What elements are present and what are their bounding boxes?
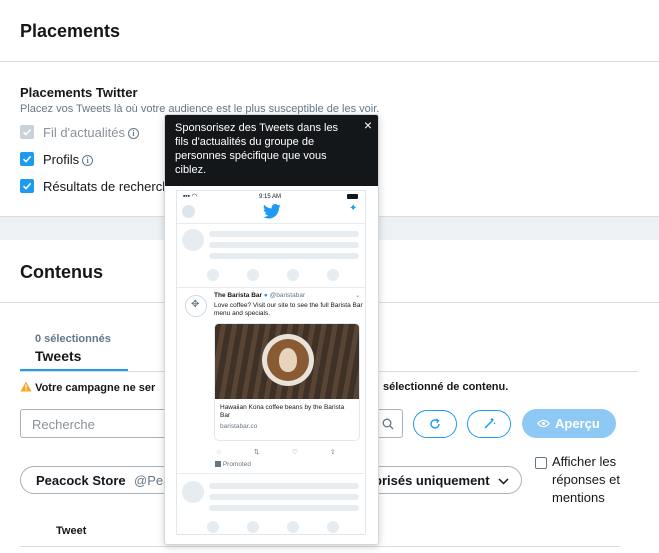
placement-tooltip-popover: Sponsorisez des Tweets dans les fils d'a… — [164, 114, 379, 545]
checkbox-icon[interactable] — [20, 152, 34, 166]
chevron-down-icon — [498, 478, 509, 485]
refresh-button[interactable] — [413, 410, 457, 438]
status-signal-icon: ▪▪▪ ◠ — [183, 193, 198, 200]
replies-checkbox[interactable] — [535, 457, 547, 469]
tweet-divider — [177, 287, 365, 288]
preview-label: Aperçu — [555, 416, 600, 431]
table-header-line — [20, 546, 620, 547]
coffee-image — [215, 324, 359, 399]
tweet-card: Hawaiian Kona coffee beans by the Barist… — [214, 323, 360, 441]
checkbox-icon[interactable] — [20, 179, 34, 193]
text-placeholder — [209, 253, 359, 259]
promoted-label: Promoted — [215, 461, 251, 469]
twitter-placements-title: Placements Twitter — [20, 85, 138, 100]
option-label: Fil d'actualités i — [43, 125, 139, 140]
action-placeholder — [207, 269, 219, 281]
table-header-tweet: Tweet — [56, 525, 87, 537]
info-icon[interactable]: i — [82, 155, 94, 166]
avatar-placeholder — [182, 229, 204, 251]
account-selector[interactable]: Peacock Store @Pea — [20, 466, 175, 494]
action-placeholder — [207, 521, 219, 533]
nav-divider — [177, 223, 365, 224]
promoted-tweet-avatar: ✥ — [185, 295, 207, 317]
reply-icon: ◌ — [217, 449, 221, 456]
warning-banner-tail: sélectionné de contenu. — [383, 381, 509, 393]
phone-preview: ▪▪▪ ◠ 9:15 AM ✦ ✥ The Barista Bar ● @bar… — [176, 190, 366, 535]
action-placeholder — [247, 269, 259, 281]
card-title: Hawaiian Kona coffee beans by the Barist… — [220, 404, 345, 419]
close-icon[interactable]: × — [364, 118, 372, 132]
divider — [0, 61, 659, 62]
search-icon — [382, 418, 394, 430]
action-placeholder — [287, 521, 299, 533]
tweet-text: Love coffee? Visit our site to see the f… — [214, 302, 363, 317]
warning-icon — [20, 381, 32, 392]
tweet-divider — [177, 473, 365, 474]
replies-label: Afficher les réponses et mentions — [552, 454, 620, 505]
option-label: Résultats de recherche — [43, 179, 177, 194]
action-placeholder — [287, 269, 299, 281]
checkbox-icon[interactable] — [20, 125, 34, 139]
filter-label: orisés uniquement — [374, 473, 490, 488]
compose-tweet-button[interactable] — [467, 410, 511, 438]
retweet-icon: ⇅ — [254, 449, 260, 456]
status-time: 9:15 AM — [259, 194, 282, 200]
compose-icon — [484, 418, 496, 429]
option-label: Profils i — [43, 152, 94, 167]
tooltip-text: Sponsorisez des Tweets dans les fils d'a… — [175, 122, 339, 176]
tab-count: 0 sélectionnés — [35, 333, 111, 345]
tweet-chevron-icon: ⌄ — [355, 292, 361, 299]
text-placeholder — [209, 483, 359, 489]
like-icon: ♡ — [292, 449, 298, 456]
text-placeholder — [209, 242, 359, 248]
warning-banner: Votre campagne ne ser — [20, 381, 155, 394]
placements-heading: Placements — [20, 21, 121, 41]
tooltip-header: Sponsorisez des Tweets dans les fils d'a… — [165, 115, 378, 186]
promoted-icon — [215, 461, 221, 467]
avatar-placeholder — [182, 481, 204, 503]
text-placeholder — [209, 231, 359, 237]
search-placeholder: Recherche — [32, 417, 95, 432]
eye-icon — [537, 419, 550, 428]
action-placeholder — [327, 269, 339, 281]
preview-button[interactable]: Aperçu — [522, 409, 616, 438]
content-heading: Contenus — [20, 262, 103, 282]
share-icon: ⇪ — [330, 449, 336, 456]
text-placeholder — [209, 505, 359, 511]
refresh-icon — [430, 418, 440, 429]
tab-label: Tweets — [35, 348, 82, 364]
action-placeholder — [327, 521, 339, 533]
twitter-bird-icon — [263, 204, 281, 219]
sparkle-icon: ✦ — [349, 203, 358, 214]
card-domain: baristabar.co — [220, 423, 258, 430]
account-name: Peacock Store — [36, 473, 126, 488]
action-placeholder — [247, 521, 259, 533]
info-icon[interactable]: i — [127, 128, 139, 139]
avatar — [182, 205, 195, 218]
battery-icon — [347, 194, 358, 199]
tweet-author: The Barista Bar ● @baristabar — [214, 292, 306, 299]
text-placeholder — [209, 494, 359, 500]
